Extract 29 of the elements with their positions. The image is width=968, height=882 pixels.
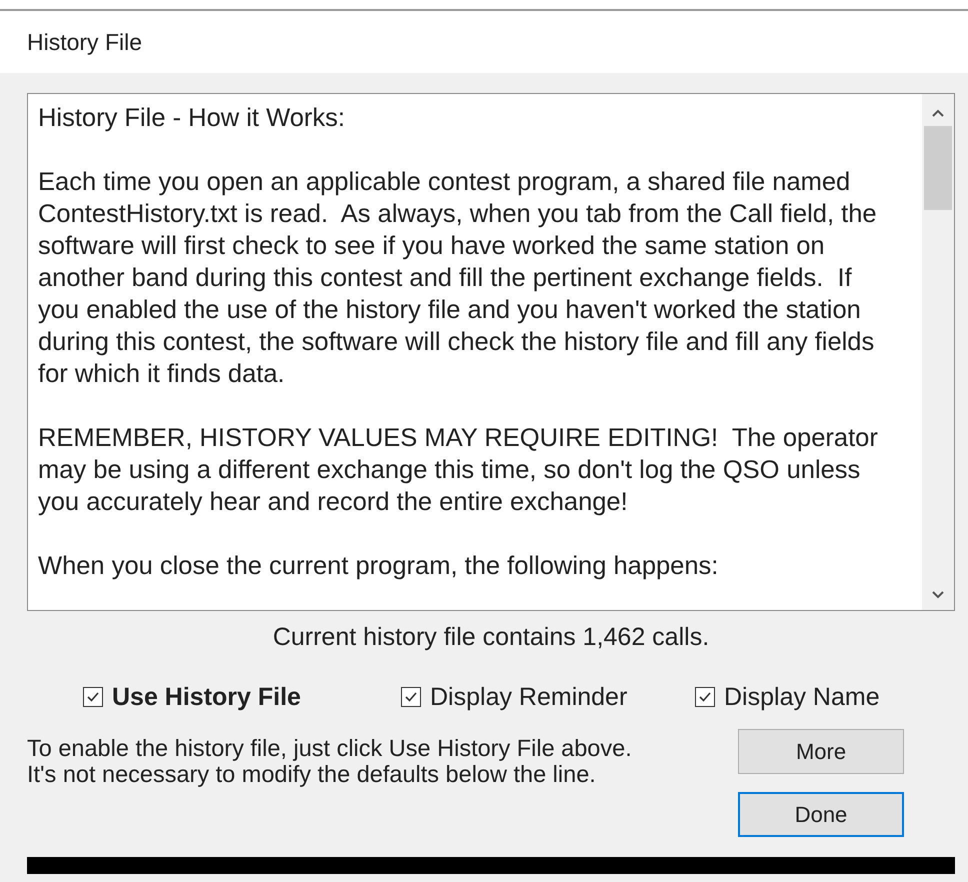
- dialog-button[interactable]: More: [738, 729, 904, 774]
- checkbox[interactable]: [83, 687, 103, 707]
- checkbox[interactable]: [401, 687, 421, 707]
- text-line: during this contest, the software will check the history file and fill any fields: [38, 327, 876, 358]
- window-title: History File: [27, 28, 142, 56]
- text-line: Each time you open an applicable contest program, a shared file named: [38, 167, 852, 198]
- status-text: Current history file contains 1,462 calls.: [272, 623, 710, 653]
- text-line: may be using a different exchange this time, so don't log the QSO unless: [38, 455, 862, 486]
- dialog-button[interactable]: Done: [738, 792, 904, 837]
- text-line: ContestHistory.txt is read. As always, when you tab from the Call field, the: [38, 199, 878, 230]
- text-line: for which it finds data.: [38, 359, 286, 390]
- text-line: When you close the current program, the following happens:: [38, 551, 720, 582]
- checkbox[interactable]: [695, 687, 715, 707]
- scroll-down-icon[interactable]: [931, 590, 945, 600]
- scroll-up-icon[interactable]: [931, 108, 945, 118]
- scrollbar[interactable]: [922, 94, 954, 610]
- hint-text: It's not necessary to modify the defaults below the line.: [27, 761, 597, 787]
- scroll-thumb[interactable]: [924, 126, 952, 210]
- hint-text: To enable the history file, just click Use History File above.: [27, 735, 632, 761]
- text-line: History File - How it Works:: [38, 103, 346, 134]
- text-line: software will first check to see if you have worked the same station on: [38, 231, 826, 262]
- text-line: you enabled the use of the history file and you haven't worked the station: [38, 295, 862, 326]
- text-line: you accurately hear and record the entire exchange!: [38, 487, 629, 518]
- text-line: REMEMBER, HISTORY VALUES MAY REQUIRE EDITING! The operator: [38, 423, 879, 454]
- text-line: another band during this contest and fill the pertinent exchange fields. If: [38, 263, 853, 294]
- text-area[interactable]: [27, 93, 955, 611]
- checkbox-label[interactable]: Use History File: [112, 682, 301, 712]
- checkbox-label[interactable]: Display Reminder: [430, 682, 628, 712]
- checkbox-label[interactable]: Display Name: [724, 682, 880, 712]
